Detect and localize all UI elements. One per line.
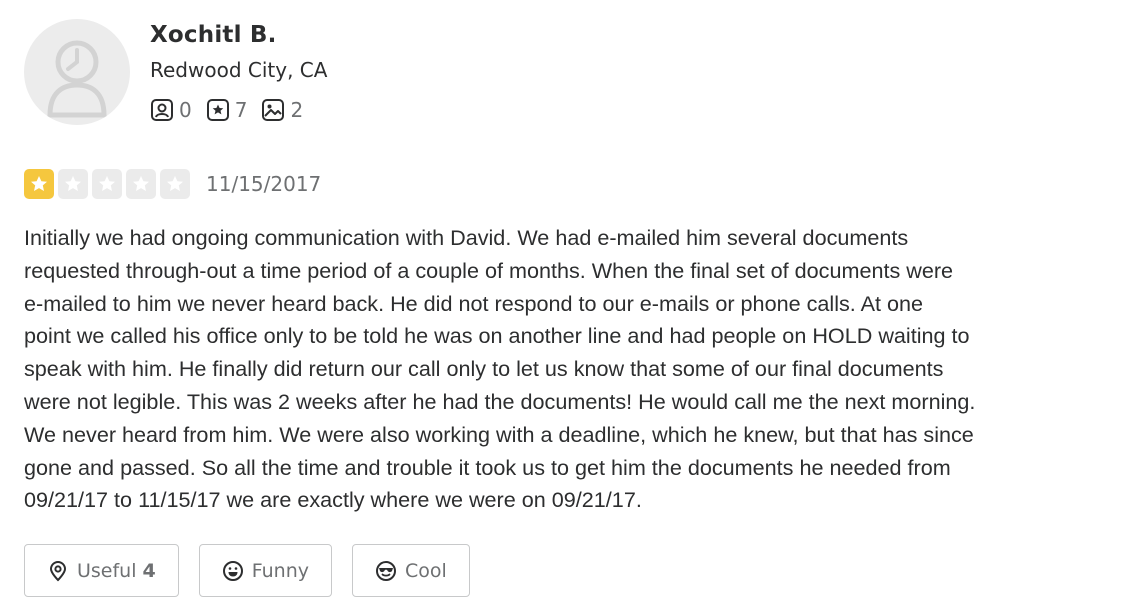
useful-label: Useful <box>77 559 137 582</box>
default-user-avatar-icon <box>47 40 107 118</box>
star-rating-row: 11/15/2017 <box>24 168 321 200</box>
funny-button[interactable]: Funny <box>198 544 333 597</box>
friends-icon <box>151 99 173 121</box>
funny-label: Funny <box>251 559 310 582</box>
review-text: Initially we had ongoing communication w… <box>24 225 976 513</box>
useful-icon <box>49 560 67 581</box>
star-icon-empty <box>160 169 190 199</box>
funny-icon <box>222 560 243 581</box>
cool-label: Cool <box>405 559 447 582</box>
photos-icon <box>262 99 285 121</box>
reviews-icon <box>206 99 229 121</box>
photos-count: 2 <box>290 98 304 122</box>
star-icon-empty <box>92 169 122 199</box>
review-date: 11/15/2017 <box>206 172 322 196</box>
reviews-count: 7 <box>234 98 248 122</box>
cool-button[interactable]: Cool <box>352 544 470 597</box>
star-icon-empty <box>126 169 156 199</box>
user-stats: 0 7 2 <box>150 96 317 124</box>
review-actions: Useful 4 Funny Cool <box>24 544 490 597</box>
cool-icon <box>376 560 397 581</box>
user-location: Redwood City, CA <box>150 58 328 82</box>
photos-stat: 2 <box>261 98 303 122</box>
reviews-stat: 7 <box>206 98 248 122</box>
user-name[interactable]: Xochitl B. <box>150 22 277 48</box>
useful-count: 4 <box>142 559 156 582</box>
useful-button[interactable]: Useful 4 <box>24 544 179 597</box>
avatar[interactable] <box>24 19 130 125</box>
star-icon-empty <box>58 169 88 199</box>
friends-count: 0 <box>179 98 192 122</box>
star-icon-filled <box>24 169 54 199</box>
friends-stat: 0 <box>150 98 192 122</box>
